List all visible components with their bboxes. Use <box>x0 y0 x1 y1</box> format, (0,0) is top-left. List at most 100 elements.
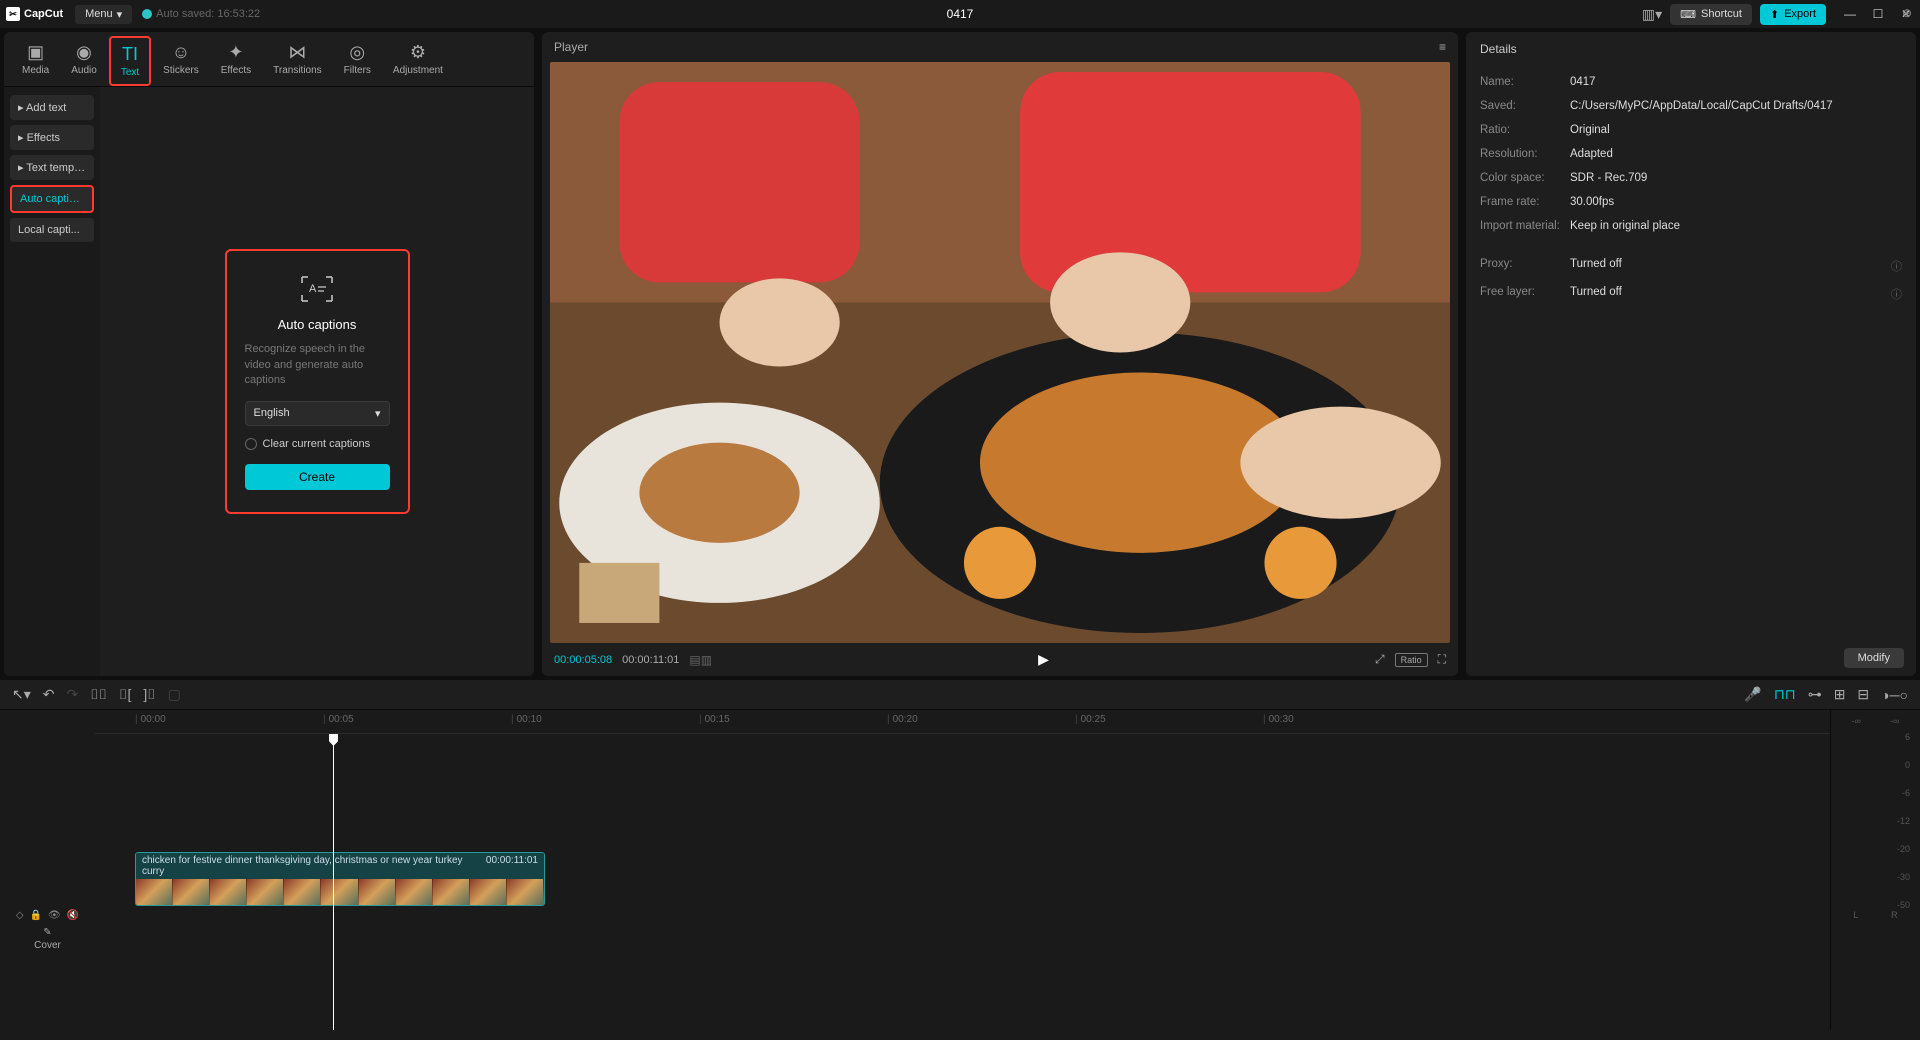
delete-tool[interactable]: ▢ <box>168 686 181 703</box>
eye-icon[interactable]: 👁 <box>48 910 61 921</box>
tab-stickers[interactable]: ☺Stickers <box>153 36 209 86</box>
sidebar-item-local-captions[interactable]: Local capti... <box>10 218 94 242</box>
info-icon[interactable]: ⓘ <box>1891 258 1902 274</box>
ruler-mark: 00:20 <box>887 714 918 725</box>
sidebar-item-text-template[interactable]: ▸ Text template <box>10 155 94 180</box>
scale-icon[interactable]: ⤢ <box>1375 652 1385 667</box>
meter-inf: -∞ <box>1890 716 1899 726</box>
play-button[interactable]: ▶ <box>1038 651 1049 668</box>
detail-value: Keep in original place <box>1570 220 1680 232</box>
sidebar-item-label: Effects <box>27 132 60 144</box>
detail-label: Frame rate: <box>1480 196 1570 208</box>
filters-icon: ◎ <box>349 42 365 63</box>
time-duration: 00:00:11:01 <box>622 654 679 666</box>
lock-icon[interactable]: ◇ <box>16 910 24 921</box>
menu-label: Menu <box>85 8 113 20</box>
detail-row-saved: Saved:C:/Users/MyPC/AppData/Local/CapCut… <box>1480 94 1902 118</box>
clip-thumb <box>396 879 433 906</box>
clear-captions-checkbox[interactable]: Clear current captions <box>245 438 390 450</box>
zoom-fit-icon[interactable]: ⊕ <box>1902 6 1912 20</box>
detail-label: Ratio: <box>1480 124 1570 136</box>
titlebar-right: ▥▾ ⌨ Shortcut ⬆ Export — ☐ ✕ <box>1642 4 1914 25</box>
redo-button[interactable]: ↷ <box>67 686 79 703</box>
tab-effects[interactable]: ✦ Effects <box>211 36 261 86</box>
menu-button[interactable]: Menu ▾ <box>75 5 132 24</box>
preview-icon[interactable]: ⊞ <box>1834 686 1846 703</box>
tab-transitions[interactable]: ⋈Transitions <box>263 36 332 86</box>
app-logo: ✂ CapCut <box>6 7 63 21</box>
track-toggle-icon[interactable]: ◑─○ <box>1881 687 1908 703</box>
clip-thumb <box>210 879 247 906</box>
language-select[interactable]: English ▾ <box>245 401 390 426</box>
export-button[interactable]: ⬆ Export <box>1760 4 1826 25</box>
sidebar-item-effects[interactable]: ▸ Effects <box>10 125 94 150</box>
tab-media[interactable]: ▣Media <box>12 36 59 86</box>
tab-text[interactable]: TIText <box>109 36 151 86</box>
split-left-tool[interactable]: ⌷[ <box>119 686 131 703</box>
tab-adjustment[interactable]: ⚙Adjustment <box>383 36 453 86</box>
mic-icon[interactable]: 🎤 <box>1744 686 1761 703</box>
detail-value: C:/Users/MyPC/AppData/Local/CapCut Draft… <box>1570 100 1833 112</box>
detail-label: Free layer: <box>1480 286 1570 302</box>
auto-captions-card: A Auto captions Recognize speech in the … <box>225 249 410 513</box>
preview-frame <box>550 62 1450 643</box>
tab-label: Effects <box>221 65 251 76</box>
clip-thumb <box>321 879 358 906</box>
mute-icon[interactable]: 🔇 <box>67 910 79 921</box>
split-tool[interactable]: ⌷⌷ <box>90 686 107 703</box>
meter-inf: -∞ <box>1852 716 1861 726</box>
timeline-body: ◇ 🔒 👁 🔇 ✎ Cover 00:00 00:05 00:10 00:15 … <box>0 710 1920 1030</box>
tab-filters[interactable]: ◎Filters <box>334 36 381 86</box>
minimize-button[interactable]: — <box>1842 7 1858 21</box>
meter-tick: 0 <box>1905 760 1910 770</box>
ratio-button[interactable]: Ratio <box>1395 653 1428 667</box>
shortcut-label: Shortcut <box>1701 8 1742 20</box>
sidebar-item-auto-captions[interactable]: Auto captio... <box>10 185 94 213</box>
maximize-button[interactable]: ☐ <box>1870 7 1886 21</box>
details-panel: Details Name:0417 Saved:C:/Users/MyPC/Ap… <box>1466 32 1916 676</box>
create-button[interactable]: Create <box>245 464 390 490</box>
transitions-icon: ⋈ <box>288 42 306 63</box>
cover-label: Cover <box>34 940 61 951</box>
pointer-tool[interactable]: ↖▾ <box>12 686 31 703</box>
effects-icon: ✦ <box>228 42 243 63</box>
lock2-icon[interactable]: 🔒 <box>30 910 42 921</box>
meter-tick: 6 <box>1905 732 1910 742</box>
svg-text:A: A <box>309 283 317 295</box>
tab-audio[interactable]: ◉Audio <box>61 36 107 86</box>
timeline-tracks[interactable]: chicken for festive dinner thanksgiving … <box>95 734 1830 1030</box>
player-controls: 00:00:05:08 00:00:11:01 ▤▥ ▶ ⤢ Ratio ⛶ <box>542 643 1458 676</box>
timeline-scrollbar[interactable] <box>0 1030 1920 1040</box>
info-icon[interactable]: ⓘ <box>1891 286 1902 302</box>
link-icon[interactable]: ⊶ <box>1808 686 1822 703</box>
align-icon[interactable]: ⊟ <box>1857 686 1869 703</box>
detail-label: Saved: <box>1480 100 1570 112</box>
player-title: Player <box>554 40 588 54</box>
timeline-ruler[interactable]: 00:00 00:05 00:10 00:15 00:20 00:25 00:3… <box>95 710 1830 734</box>
split-right-tool[interactable]: ]⌷ <box>143 686 155 703</box>
modify-button[interactable]: Modify <box>1844 648 1904 668</box>
ruler-mark: 00:15 <box>699 714 730 725</box>
detail-value: Adapted <box>1570 148 1613 160</box>
layout-icon[interactable]: ▥▾ <box>1642 6 1662 23</box>
app-name: CapCut <box>24 8 63 20</box>
autosave-dot-icon <box>142 9 152 19</box>
shortcut-button[interactable]: ⌨ Shortcut <box>1670 4 1752 25</box>
cover-button[interactable]: ✎ Cover <box>34 927 61 951</box>
fullscreen-icon[interactable]: ⛶ <box>1438 652 1446 667</box>
compare-icon[interactable]: ▤▥ <box>689 653 712 667</box>
meter-tick: -6 <box>1902 788 1910 798</box>
detail-row-import: Import material:Keep in original place <box>1480 214 1902 238</box>
timeline-main[interactable]: 00:00 00:05 00:10 00:15 00:20 00:25 00:3… <box>95 710 1830 1030</box>
detail-label: Name: <box>1480 76 1570 88</box>
player-menu-icon[interactable]: ≡ <box>1439 40 1446 54</box>
meter-tick: -12 <box>1897 816 1910 826</box>
playhead[interactable] <box>333 734 334 1030</box>
audio-meters: -∞-∞ 6 0 -6 -12 -20 -30 -50 LR <box>1830 710 1920 1030</box>
undo-button[interactable]: ↶ <box>43 686 55 703</box>
sidebar-item-add-text[interactable]: ▸ Add text <box>10 95 94 120</box>
player-viewport[interactable] <box>550 62 1450 643</box>
magnet-icon[interactable]: ⊓⊓ <box>1774 686 1796 703</box>
video-clip[interactable]: chicken for festive dinner thanksgiving … <box>135 852 545 906</box>
ruler-mark: 00:05 <box>323 714 354 725</box>
